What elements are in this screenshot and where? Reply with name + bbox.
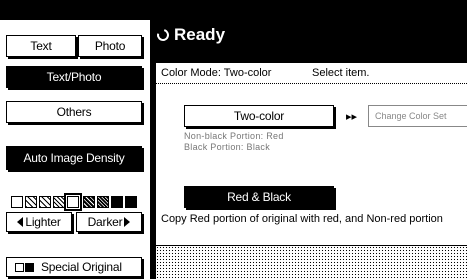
density-step [39,196,51,208]
density-step [53,196,65,208]
density-step [11,196,23,208]
color-mode-panel: Color Mode: Two-color Select item. Two-c… [155,62,467,279]
others-label: Others [56,105,92,119]
non-black-portion-text: Non-black Portion: Red [184,131,284,141]
red-black-label: Red & Black [227,190,291,204]
left-panel: Text Photo Text/Photo Others Auto Image … [0,20,150,279]
select-prompt: Select item. [312,67,370,79]
stipple-footer [156,245,467,279]
density-scale [11,193,137,211]
lighter-label: Lighter [25,215,61,229]
text-photo-mode-button[interactable]: Text/Photo [6,66,142,88]
left-triangle-icon [17,217,24,227]
text-mode-button[interactable]: Text [6,35,76,57]
auto-density-label: Auto Image Density [23,151,125,165]
change-color-set-button[interactable]: Change Color Set [368,105,467,127]
density-step [25,196,37,208]
darker-label: Darker [87,215,123,229]
special-original-label: Special Original [41,260,122,274]
red-black-button[interactable]: Red & Black [184,186,334,208]
density-step [83,196,95,208]
original-orientation-icon [15,262,35,272]
right-triangle-icon [124,217,131,227]
density-step [97,196,109,208]
description-text: Copy Red portion of original with red, a… [161,213,443,225]
change-color-set-label: Change Color Set [375,111,447,121]
photo-mode-label: Photo [94,39,126,53]
ready-ring-icon [154,26,172,44]
darker-button[interactable]: Darker [76,212,142,232]
color-mode-header: Color Mode: Two-color Select item. [156,63,467,84]
top-bar [0,0,467,20]
black-portion-text: Black Portion: Black [184,142,271,152]
photo-mode-button[interactable]: Photo [78,35,142,57]
special-original-button[interactable]: Special Original [6,257,142,277]
density-current-indicator [64,193,82,211]
status-title: Ready [154,22,226,48]
lighter-button[interactable]: Lighter [6,212,72,232]
status-text: Ready [174,25,226,44]
text-photo-label: Text/Photo [46,70,102,84]
density-step [111,196,123,208]
right-arrow-icon: ▸▸ [346,111,358,123]
two-color-button[interactable]: Two-color [184,105,334,127]
density-step [125,196,137,208]
auto-image-density-button[interactable]: Auto Image Density [6,146,142,170]
text-mode-label: Text [30,39,52,53]
others-mode-button[interactable]: Others [6,101,142,123]
color-mode-label: Color Mode: Two-color [161,67,272,79]
two-color-label: Two-color [233,109,285,123]
